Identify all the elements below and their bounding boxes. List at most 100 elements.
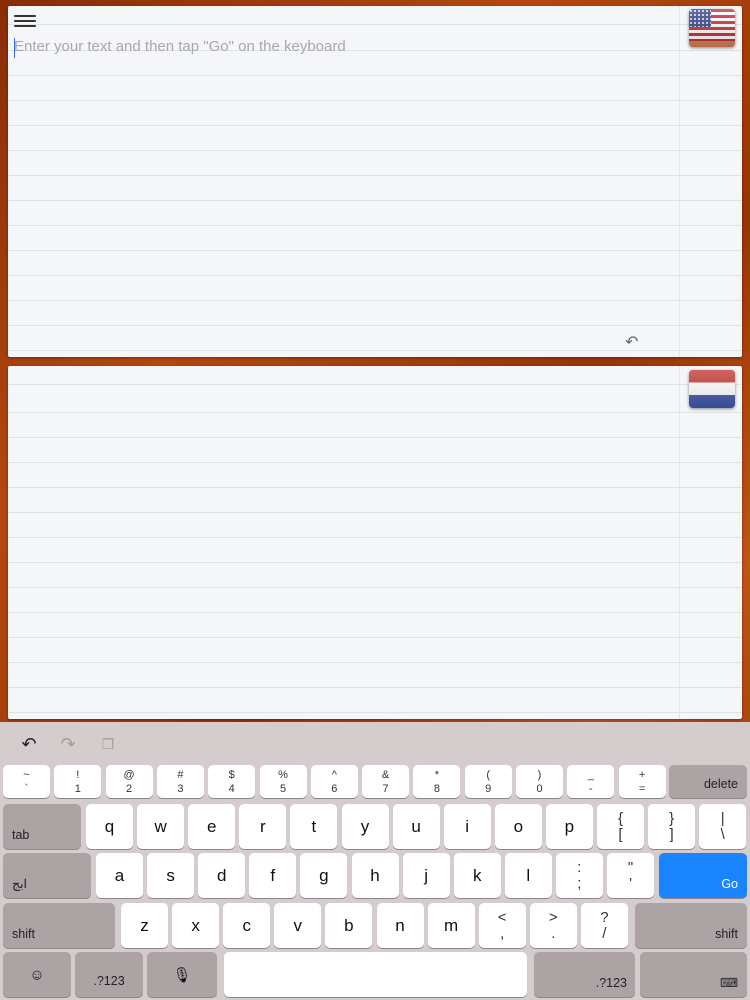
number-key-9[interactable]: (9 [464, 765, 512, 798]
undo-icon[interactable]: ↶ [18, 734, 40, 754]
key-q[interactable]: q [86, 804, 133, 849]
key-f-label: f [270, 865, 276, 885]
number-key-7[interactable]: & 7 [362, 765, 410, 798]
symbol-key-z-2-shift-label: ? [600, 909, 609, 926]
key-y[interactable]: y [341, 804, 389, 849]
number-key-12[interactable]: + = [618, 765, 666, 798]
delete-key[interactable]: delete [669, 765, 747, 798]
symbol-key-a-1-label: ' [629, 875, 632, 892]
dictation-key[interactable]: 🎙 [147, 952, 217, 997]
key-t-label: t [311, 816, 317, 836]
key-j-label: j [424, 865, 428, 885]
number-key-12-shift-label: + [638, 769, 646, 781]
key-q-label: q [104, 816, 115, 836]
paste-icon[interactable]: ❐ [97, 734, 119, 754]
number-key-8[interactable]: * 8 [413, 765, 461, 798]
symbol-key-q-1[interactable]: }] [648, 804, 696, 849]
key-i-label: i [465, 816, 470, 836]
key-t[interactable]: t [290, 804, 338, 849]
key-g-label: g [319, 865, 329, 885]
key-h[interactable]: h [351, 853, 399, 898]
symbol-key-q-2[interactable]: | \ [699, 804, 747, 849]
number-key-0[interactable]: ~ ` [3, 765, 50, 798]
key-o[interactable]: o [494, 804, 542, 849]
number-key-12-label: = [638, 783, 646, 795]
number-key-10[interactable]: ) 0 [516, 765, 563, 798]
symbol-key-z-1-shift-label: > [548, 909, 558, 926]
number-key-4[interactable]: $4 [208, 765, 256, 798]
number-key-0-label: ` [24, 783, 29, 795]
shift-right-key[interactable]: shift [635, 903, 747, 948]
hide-keyboard-key[interactable]: ⌨ [640, 952, 747, 997]
key-x[interactable]: x [172, 903, 220, 948]
symbol-key-q-2-label: \ [720, 826, 725, 843]
key-o-label: o [513, 816, 524, 836]
onscreen-keyboard: ↶ ↷ ❐ delete tab ابج Go shift shift ☺ .?… [0, 722, 750, 1000]
key-w[interactable]: w [137, 804, 185, 849]
key-z[interactable]: z [121, 903, 168, 948]
undo-arrow-icon[interactable]: ↶ [625, 332, 643, 351]
number-key-1-label: 1 [74, 783, 81, 795]
key-g[interactable]: g [300, 853, 348, 898]
key-r[interactable]: r [239, 804, 287, 849]
key-v[interactable]: v [274, 903, 322, 948]
number-key-3-label: 3 [177, 783, 184, 795]
number-key-5-shift-label: % [278, 769, 288, 781]
key-b-label: b [344, 915, 354, 935]
symbol-key-q-0-shift-label: { [617, 810, 623, 827]
shift-left-key[interactable]: shift [3, 903, 115, 948]
key-v-label: v [293, 915, 303, 935]
number-key-10-label: 0 [536, 783, 543, 795]
key-e[interactable]: e [188, 804, 236, 849]
key-a[interactable]: a [96, 853, 143, 898]
key-c[interactable]: c [223, 903, 271, 948]
go-key[interactable]: Go [659, 853, 747, 898]
symbol-key-a-0-shift-label: : [577, 859, 582, 876]
number-key-5[interactable]: % 5 [259, 765, 307, 798]
key-j[interactable]: j [402, 853, 450, 898]
symbol-key-z-2[interactable]: ? / [580, 903, 628, 948]
symbol-key-q-0[interactable]: {[ [597, 804, 644, 849]
microphone-icon: 🎙 [172, 966, 192, 984]
key-d[interactable]: d [198, 853, 246, 898]
menu-icon[interactable] [14, 12, 36, 30]
key-h-label: h [370, 865, 380, 885]
key-u[interactable]: u [392, 804, 440, 849]
number-key-1[interactable]: ! 1 [54, 765, 102, 798]
symbol-key-a-1[interactable]: " ' [607, 853, 654, 898]
number-key-11[interactable]: _ - [567, 765, 615, 798]
key-b[interactable]: b [325, 903, 373, 948]
key-k[interactable]: k [453, 853, 501, 898]
redo-icon[interactable]: ↷ [57, 734, 79, 754]
number-key-1-shift-label: ! [76, 769, 80, 781]
emoji-key[interactable]: ☺ [3, 952, 71, 997]
space-key[interactable] [224, 952, 527, 997]
key-l[interactable]: l [504, 853, 552, 898]
language-key[interactable]: ابج [3, 853, 91, 898]
key-m[interactable]: m [427, 903, 475, 948]
key-k-label: k [472, 865, 482, 885]
source-text-placeholder[interactable]: Enter your text and then tap "Go" on the… [14, 38, 346, 55]
number-key-6[interactable]: ^ 6 [310, 765, 358, 798]
numbers-key-left[interactable]: .?123 [75, 952, 143, 997]
symbol-key-z-2-label: / [602, 925, 607, 942]
key-s[interactable]: s [147, 853, 195, 898]
number-key-3[interactable]: #3 [156, 765, 204, 798]
symbol-key-a-0[interactable]: :; [555, 853, 603, 898]
symbol-key-z-0[interactable]: <, [478, 903, 526, 948]
key-f[interactable]: f [249, 853, 297, 898]
key-u-label: u [411, 816, 421, 836]
symbol-key-z-1[interactable]: >. [529, 903, 577, 948]
source-text-pad[interactable]: Enter your text and then tap "Go" on the… [8, 6, 742, 357]
numbers-key-right[interactable]: .?123 [534, 952, 635, 997]
us-flag-icon[interactable] [689, 9, 735, 47]
key-m-label: m [444, 915, 459, 935]
number-key-2[interactable]: @2 [105, 765, 153, 798]
tab-key[interactable]: tab [3, 804, 81, 849]
number-key-0-shift-label: ~ [23, 769, 30, 781]
key-x-label: x [191, 915, 200, 935]
netherlands-flag-icon[interactable] [689, 370, 735, 408]
key-n[interactable]: n [376, 903, 424, 948]
key-i[interactable]: i [443, 804, 491, 849]
key-p[interactable]: p [545, 804, 593, 849]
